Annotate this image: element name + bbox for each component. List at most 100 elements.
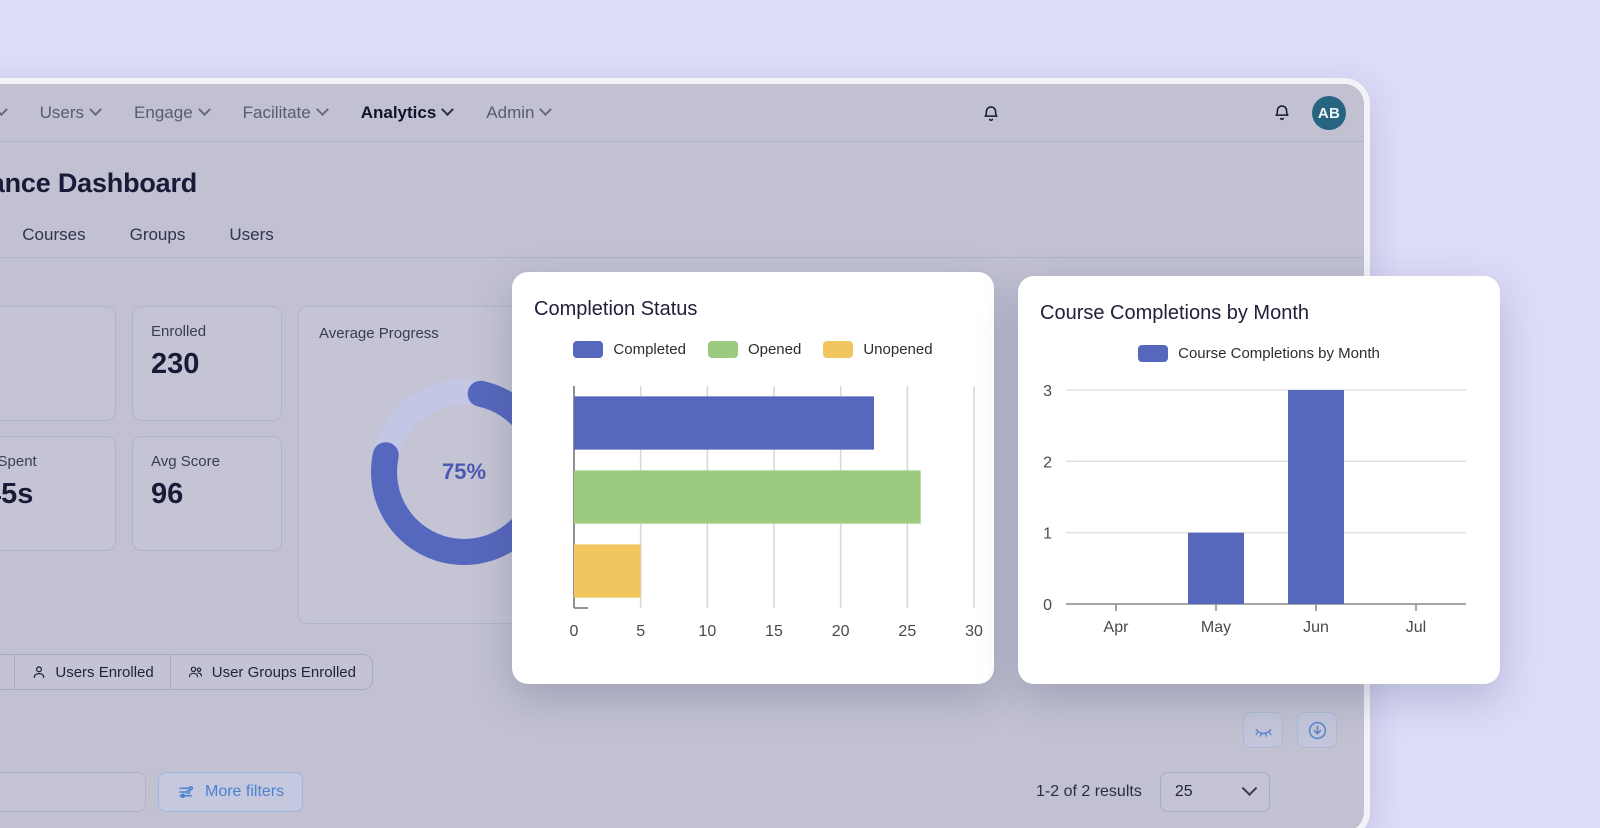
- svg-text:30: 30: [965, 623, 983, 640]
- page-size-select[interactable]: 25: [1159, 772, 1270, 812]
- stat-value: 96: [151, 478, 184, 510]
- svg-text:Jun: Jun: [1303, 619, 1329, 636]
- topnav-right-actions: AB: [1272, 84, 1346, 142]
- avatar[interactable]: AB: [1312, 96, 1346, 130]
- legend-swatch: [573, 341, 604, 358]
- segment-users-enrolled[interactable]: Users Enrolled: [15, 655, 171, 689]
- legend-item-unopened[interactable]: Unopened: [823, 341, 933, 358]
- segment-slides[interactable]: Slides: [0, 655, 16, 689]
- bell-icon: [984, 106, 998, 122]
- course-completions-legend: Course Completions by Month: [1018, 345, 1500, 362]
- segment-label: User Groups Enrolled: [211, 663, 356, 681]
- users-icon: [188, 666, 202, 678]
- stat-column-1: d e Spent 45s: [0, 306, 116, 551]
- nav-item-admin[interactable]: Admin: [486, 102, 553, 123]
- table-action-buttons: [1243, 712, 1337, 748]
- chevron-down-icon: [539, 103, 553, 117]
- svg-text:25: 25: [898, 623, 916, 640]
- chevron-down-icon: [1241, 779, 1258, 796]
- download-circle-icon: [1308, 721, 1326, 739]
- top-navigation-bar: ent Users Engage Facilitate Analytics: [0, 84, 1364, 142]
- legend-swatch: [823, 341, 854, 358]
- legend-label: Opened: [747, 341, 802, 358]
- stat-label: Enrolled: [151, 323, 207, 340]
- sliders-icon: [179, 786, 194, 798]
- tab-courses[interactable]: Courses: [22, 225, 85, 257]
- chevron-down-icon: [89, 103, 102, 117]
- screen: ent Users Engage Facilitate Analytics: [0, 0, 1600, 828]
- nav-items: ent Users Engage Facilitate Analytics: [0, 102, 553, 123]
- svg-text:5: 5: [636, 623, 645, 640]
- course-completions-plot: 0 1 2 3 Apr May Jun Jul: [1018, 376, 1500, 649]
- tab-label: Users: [229, 225, 274, 244]
- notification-bell-button[interactable]: [1272, 103, 1292, 124]
- chevron-down-icon: [441, 103, 455, 117]
- stat-value: 45s: [0, 478, 34, 510]
- nav-item-label: Facilitate: [242, 102, 311, 122]
- stat-value: 230: [151, 348, 200, 380]
- legend-item-completed[interactable]: Completed: [573, 341, 686, 358]
- svg-text:1: 1: [1043, 526, 1052, 543]
- legend-item-opened[interactable]: Opened: [707, 341, 802, 358]
- nav-item-label: Analytics: [360, 102, 437, 122]
- nav-item-label: Admin: [486, 102, 535, 122]
- horizontal-bar-chart-svg: 0 5 10 15 20 25 30: [570, 386, 983, 640]
- segment-label: Users Enrolled: [55, 663, 154, 681]
- svg-text:10: 10: [698, 623, 716, 640]
- segment-user-groups-enrolled[interactable]: User Groups Enrolled: [171, 655, 372, 689]
- more-filters-label: More filters: [205, 783, 285, 800]
- nav-item-engage[interactable]: Engage: [134, 102, 211, 123]
- svg-text:3: 3: [1043, 383, 1052, 400]
- course-completions-title: Course Completions by Month: [1040, 302, 1310, 324]
- tab-label: Courses: [22, 225, 86, 244]
- nav-item-content[interactable]: ent: [0, 103, 8, 123]
- completion-status-title: Completion Status: [534, 298, 698, 320]
- legend-swatch: [1138, 345, 1169, 362]
- stat-card-time-spent: e Spent 45s: [0, 436, 116, 551]
- svg-text:15: 15: [765, 623, 783, 640]
- hide-columns-button[interactable]: [1243, 712, 1283, 748]
- eye-off-icon: [1254, 728, 1272, 737]
- nav-item-label: Engage: [134, 102, 193, 122]
- legend-item-course-completions[interactable]: Course Completions by Month: [1138, 345, 1380, 362]
- tab-groups[interactable]: Groups: [130, 225, 186, 257]
- svg-text:2: 2: [1043, 454, 1052, 471]
- stat-card-enrolled: Enrolled 230: [132, 306, 282, 421]
- page-title: mance Dashboard: [0, 168, 198, 198]
- stat-card-completed: d: [0, 306, 116, 421]
- download-button[interactable]: [1297, 712, 1337, 748]
- more-filters-button[interactable]: More filters: [158, 772, 304, 812]
- stat-label: d: [0, 323, 97, 340]
- stat-label: e Spent: [0, 453, 37, 470]
- nav-item-label: Users: [39, 102, 85, 122]
- svg-text:Apr: Apr: [1104, 619, 1130, 636]
- stat-card-avg-score: Avg Score 96: [132, 436, 282, 551]
- completion-status-legend: Completed Opened Unopened: [512, 341, 994, 358]
- view-segmented-control: s Slides Users Enrolled: [0, 654, 373, 690]
- nav-item-analytics[interactable]: Analytics: [360, 102, 455, 123]
- page-size-value: 25: [1174, 783, 1193, 800]
- svg-text:Jul: Jul: [1406, 619, 1426, 636]
- svg-text:0: 0: [570, 623, 579, 640]
- vertical-bar-chart-svg: 0 1 2 3 Apr May Jun Jul: [1043, 383, 1466, 636]
- tab-bar: w Courses Groups Users: [0, 225, 1364, 258]
- chevron-down-icon: [315, 103, 329, 117]
- tab-label: Groups: [129, 225, 186, 244]
- nav-item-users[interactable]: Users: [39, 102, 102, 123]
- stat-label: Avg Score: [151, 453, 220, 470]
- notification-bell-center-button[interactable]: [981, 104, 1001, 125]
- svg-text:May: May: [1201, 619, 1231, 636]
- search-input[interactable]: ...: [0, 772, 146, 812]
- pagination-row: 1-2 of 2 results 25: [1036, 772, 1270, 812]
- tab-users[interactable]: Users: [229, 225, 273, 257]
- chevron-down-icon: [0, 103, 8, 117]
- stat-column-2: Enrolled 230 Avg Score 96: [132, 306, 282, 551]
- user-icon: [34, 666, 45, 678]
- legend-swatch: [707, 341, 738, 358]
- chevron-down-icon: [197, 103, 211, 117]
- bell-icon: [1275, 104, 1289, 120]
- avatar-initials: AB: [1317, 104, 1341, 122]
- svg-text:20: 20: [832, 623, 850, 640]
- nav-item-facilitate[interactable]: Facilitate: [242, 102, 329, 123]
- completion-status-card: Completion Status Completed Opened Unope…: [512, 272, 994, 684]
